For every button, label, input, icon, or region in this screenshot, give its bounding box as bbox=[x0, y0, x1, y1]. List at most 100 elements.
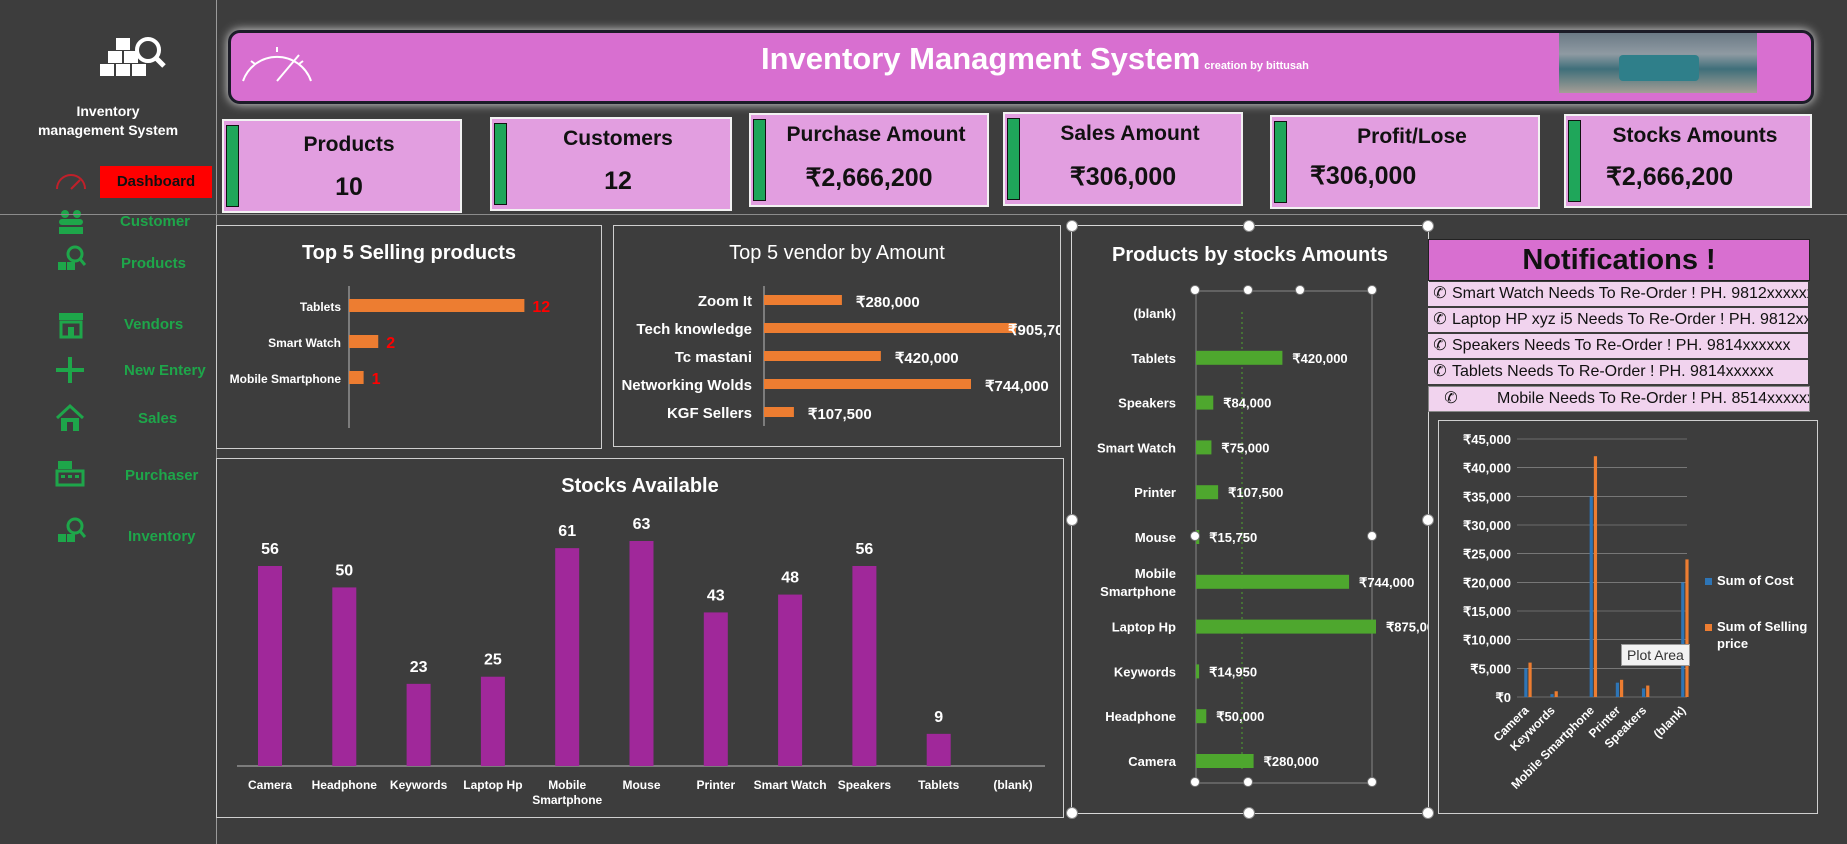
bar bbox=[926, 733, 951, 766]
legend-label: Sum of Selling bbox=[1717, 619, 1807, 634]
tick-label: Keywords bbox=[1114, 664, 1176, 679]
plot-resize-handle bbox=[1367, 777, 1377, 787]
chart-top5-vendor[interactable]: Top 5 vendor by Amount Zoom It ₹280,000 Te… bbox=[613, 225, 1061, 447]
nav-vendors[interactable]: Vendors bbox=[124, 316, 183, 333]
notification-item[interactable]: ✆ Speakers Needs To Re-Order ! PH. 9814xx… bbox=[1428, 334, 1808, 360]
nav-customer[interactable]: Customer bbox=[120, 213, 190, 230]
chart-plot: (blank) Tablets ₹420,000 Speakers ₹84,000 Sma… bbox=[1097, 285, 1428, 787]
nav-dashboard-label: Dashboard bbox=[116, 173, 196, 190]
speedometer-icon bbox=[242, 47, 312, 82]
chart-cost-vs-selling[interactable]: ₹0 ₹5,000 ₹10,000 ₹15,000 ₹20,000 ₹25,000 ₹30,… bbox=[1438, 420, 1818, 814]
tick-label: Tablets bbox=[918, 778, 959, 792]
bar bbox=[764, 295, 842, 305]
bar bbox=[555, 548, 580, 766]
tick-label: Keywords bbox=[390, 778, 448, 792]
bar bbox=[1196, 350, 1283, 365]
bar bbox=[1646, 685, 1650, 697]
cash-register-icon bbox=[55, 461, 85, 487]
resize-handle[interactable] bbox=[1422, 807, 1434, 819]
data-label: ₹50,000 bbox=[1216, 709, 1264, 724]
resize-handle[interactable] bbox=[1422, 514, 1434, 526]
kpi-value: ₹306,000 bbox=[1069, 163, 1177, 191]
tooltip: Plot Area bbox=[1621, 644, 1690, 666]
bar bbox=[1615, 682, 1619, 697]
notification-text: Laptop HP xyz i5 Needs To Re-Order ! PH.… bbox=[1452, 311, 1808, 328]
tick-label: Tablets bbox=[1131, 351, 1176, 366]
nav-new-entery[interactable]: New Entery bbox=[124, 362, 206, 379]
kpi-label: Sales Amount bbox=[1060, 122, 1200, 145]
notification-item[interactable]: ✆ Laptop HP xyz i5 Needs To Re-Order ! PH… bbox=[1428, 308, 1808, 334]
header-title: Inventory Managment System creation by bi… bbox=[761, 41, 1309, 77]
inventory-logo-icon bbox=[100, 37, 166, 76]
tick-label: ₹30,000 bbox=[1463, 518, 1511, 533]
chart-plot: Tablets 12 Smart Watch 2 Mobile Smartphone 1 bbox=[230, 286, 550, 428]
resize-handle[interactable] bbox=[1066, 807, 1078, 819]
plot-resize-handle bbox=[1367, 531, 1377, 541]
tick-label: Smart Watch bbox=[754, 778, 827, 792]
tick-label: Speakers bbox=[838, 778, 892, 792]
data-label: 9 bbox=[934, 709, 943, 726]
nav-dashboard[interactable]: Dashboard bbox=[100, 166, 212, 198]
bar bbox=[764, 323, 1016, 333]
plot-resize-handle bbox=[1190, 285, 1200, 295]
notification-item[interactable]: ✆ Tablets Needs To Re-Order ! PH. 9814xxx… bbox=[1428, 360, 1808, 386]
plus-icon bbox=[56, 357, 84, 383]
bar bbox=[764, 407, 794, 417]
tick-label: Headphone bbox=[312, 778, 378, 792]
tick-label: Camera bbox=[248, 778, 292, 792]
bar bbox=[1196, 485, 1219, 500]
bar bbox=[703, 612, 728, 766]
bar bbox=[480, 676, 505, 766]
nav-purchaser[interactable]: Purchaser bbox=[125, 467, 198, 484]
tick-label: Printer bbox=[1134, 485, 1176, 500]
data-label: ₹14,950 bbox=[1209, 664, 1257, 679]
phone-icon: ✆ bbox=[1433, 311, 1447, 328]
plot-resize-handle bbox=[1367, 285, 1377, 295]
data-label: 63 bbox=[633, 516, 651, 533]
bar bbox=[332, 587, 357, 766]
notification-item[interactable]: ✆ Smart Watch Needs To Re-Order ! PH. 981… bbox=[1428, 282, 1808, 308]
header-subtitle: creation by bittusah bbox=[1204, 60, 1309, 72]
bar bbox=[1641, 688, 1646, 697]
notification-text: Mobile Needs To Re-Order ! PH. 8514xxxxx… bbox=[1497, 390, 1810, 407]
nav-inventory[interactable]: Inventory bbox=[128, 528, 196, 545]
data-label: 56 bbox=[856, 541, 874, 558]
tick-label: Tablets bbox=[300, 300, 341, 314]
tick-label: Smart Watch bbox=[268, 336, 341, 350]
phone-icon: ✆ bbox=[1444, 390, 1458, 407]
resize-handle[interactable] bbox=[1243, 220, 1255, 232]
nav-products[interactable]: Products bbox=[121, 255, 186, 272]
home-icon bbox=[55, 403, 85, 431]
notification-item[interactable]: ✆ Mobile Needs To Re-Order ! PH. 8514xxxx… bbox=[1428, 386, 1810, 412]
resize-handle[interactable] bbox=[1422, 220, 1434, 232]
tick-label: Networking Wolds bbox=[621, 377, 752, 394]
resize-handle[interactable] bbox=[1243, 807, 1255, 819]
kpi-value: ₹2,666,200 bbox=[805, 164, 933, 192]
bar bbox=[1196, 395, 1214, 410]
data-label: ₹420,000 bbox=[895, 350, 959, 367]
phone-icon: ✆ bbox=[1433, 363, 1447, 380]
nav-sales[interactable]: Sales bbox=[138, 410, 177, 427]
data-label: 61 bbox=[558, 523, 576, 540]
data-label: ₹875,000 bbox=[1386, 620, 1428, 635]
notification-text: Speakers Needs To Re-Order ! PH. 9814xxx… bbox=[1452, 337, 1791, 354]
data-label: ₹84,000 bbox=[1223, 396, 1271, 411]
tick-label: ₹20,000 bbox=[1463, 575, 1511, 590]
plot-resize-handle bbox=[1243, 285, 1253, 295]
kpi-card-customers: Customers 12 bbox=[490, 117, 732, 211]
data-label: 25 bbox=[484, 652, 502, 669]
bar bbox=[1550, 694, 1554, 697]
kpi-label: Stocks Amounts bbox=[1612, 124, 1778, 147]
chart-top5-selling[interactable]: Top 5 Selling products Tablets 12 Smart Wa… bbox=[216, 225, 602, 449]
chart-products-by-stock-amount[interactable]: Products by stocks Amounts (blank) Tablet… bbox=[1071, 225, 1429, 814]
resize-handle[interactable] bbox=[1066, 220, 1078, 232]
sidebar: Inventory management System Dashboard Cu… bbox=[0, 0, 217, 844]
chart-stocks-available[interactable]: Stocks Available Camera 56 Headphone 50 Keyw… bbox=[216, 458, 1064, 818]
resize-handle[interactable] bbox=[1066, 514, 1078, 526]
chart-plot: Camera 56 Headphone 50 Keywords 23 Laptop Hp 25… bbox=[237, 516, 1045, 807]
tick-label: Headphone bbox=[1105, 709, 1176, 724]
bar bbox=[1196, 664, 1200, 679]
data-label: ₹420,000 bbox=[1292, 351, 1347, 366]
phone-icon: ✆ bbox=[1433, 337, 1447, 354]
bar bbox=[1685, 559, 1689, 697]
